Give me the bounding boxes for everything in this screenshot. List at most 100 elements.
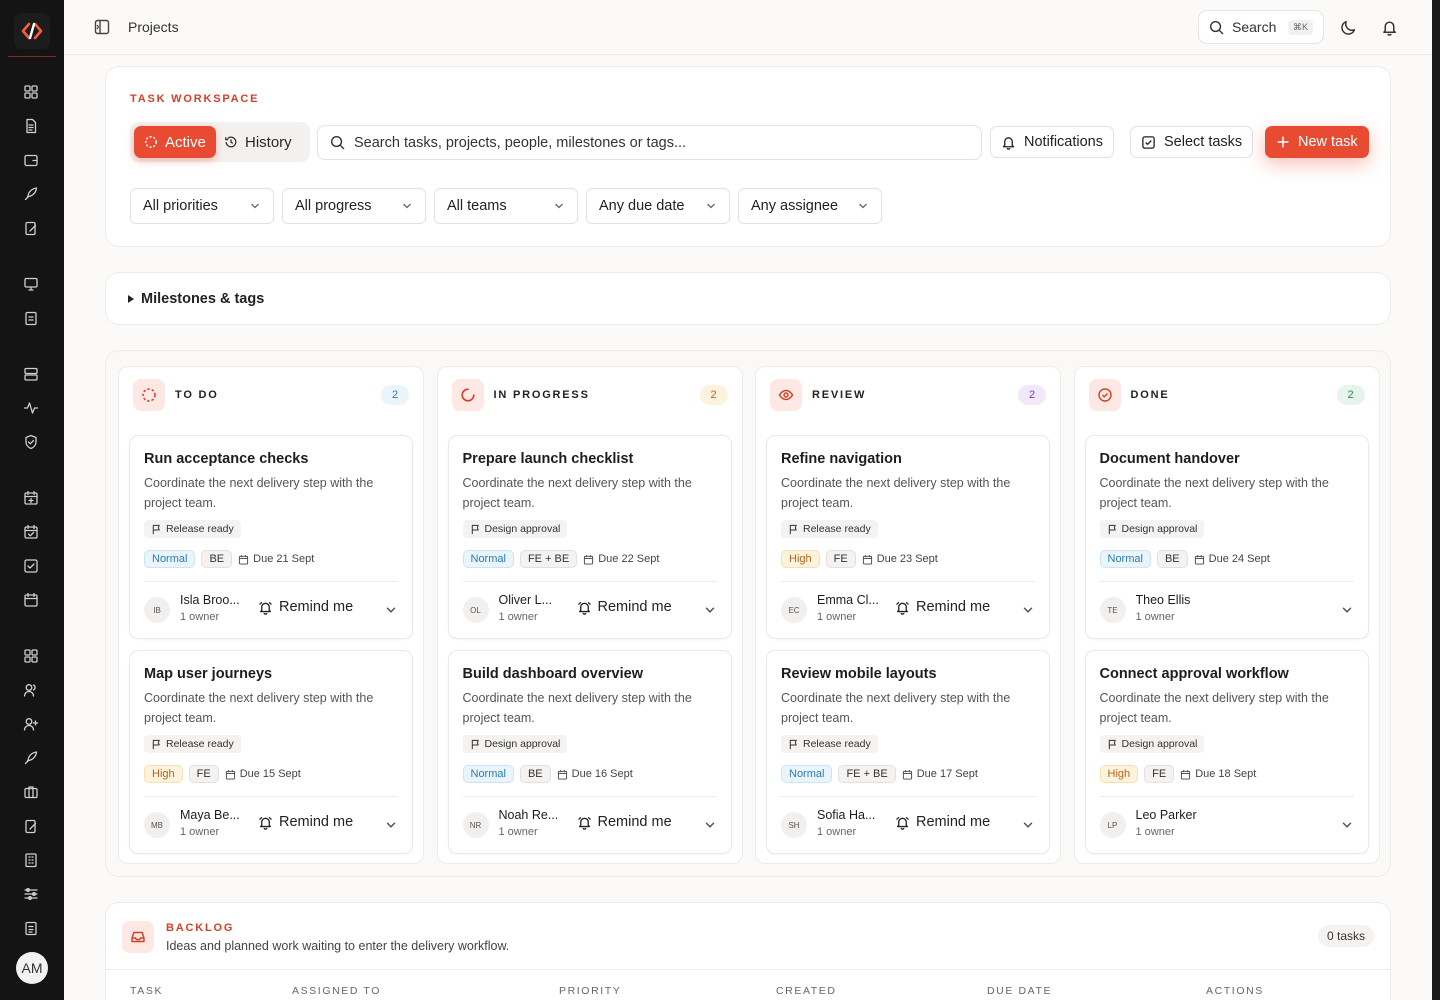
- owner-count: 1 owner: [498, 826, 538, 838]
- chevron-down-icon[interactable]: [384, 603, 398, 617]
- dashboard-icon[interactable]: [23, 84, 41, 102]
- chevron-down-icon[interactable]: [1340, 818, 1354, 832]
- priority-chip: Normal: [1099, 550, 1151, 568]
- monitor-icon[interactable]: [23, 276, 41, 294]
- checkbox-icon: [1142, 135, 1155, 149]
- select-tasks-button[interactable]: Select tasks: [1130, 126, 1254, 158]
- grid-icon[interactable]: [23, 648, 41, 666]
- clipboard-icon[interactable]: [23, 920, 41, 938]
- active-tab-label: Active: [165, 133, 206, 151]
- calendar-check-icon[interactable]: [23, 524, 41, 542]
- task-card[interactable]: Build dashboard overview Coordinate the n…: [447, 650, 732, 854]
- user-avatar[interactable]: AM: [16, 952, 48, 984]
- task-card[interactable]: Map user journeys Coordinate the next del…: [129, 650, 413, 854]
- milestone-tag[interactable]: Release ready: [781, 520, 878, 538]
- document-icon[interactable]: [23, 118, 41, 136]
- chevron-down-icon: [707, 203, 715, 209]
- remind-me-button[interactable]: Remind me: [577, 814, 672, 830]
- remind-me-button[interactable]: Remind me: [895, 814, 990, 830]
- bell-icon[interactable]: [1381, 19, 1398, 36]
- global-search-button[interactable]: Search ⌘K: [1198, 10, 1324, 44]
- scrollbar[interactable]: [1432, 0, 1440, 1000]
- task-card[interactable]: Refine navigation Coordinate the next del…: [766, 435, 1050, 639]
- notifications-label: Notifications: [1024, 134, 1103, 150]
- briefcase-icon[interactable]: [23, 784, 41, 802]
- filter-dropdown[interactable]: All progress: [282, 188, 426, 224]
- task-search-input[interactable]: Search tasks, projects, people, mileston…: [317, 125, 982, 160]
- calendar-icon: [584, 554, 594, 565]
- task-card[interactable]: Run acceptance checks Coordinate the next…: [129, 435, 413, 639]
- chevron-down-icon[interactable]: [1340, 603, 1354, 617]
- rocket-icon[interactable]: [23, 186, 41, 204]
- check-circle-icon: [1088, 379, 1121, 411]
- owner-name: Sofia Ha...: [817, 808, 876, 822]
- chevron-down-icon[interactable]: [384, 818, 398, 832]
- th-created: CREATED: [776, 985, 837, 997]
- chevron-down-icon[interactable]: [1021, 818, 1035, 832]
- task-description: Coordinate the next delivery step with t…: [1099, 476, 1329, 510]
- owner-count: 1 owner: [817, 826, 857, 838]
- flag-icon: [152, 524, 160, 534]
- sliders-icon[interactable]: [23, 886, 41, 904]
- backlog-panel: BACKLOG Ideas and planned work waiting t…: [105, 902, 1391, 1000]
- calendar-plus-icon[interactable]: [23, 490, 41, 508]
- flag-icon: [1108, 524, 1116, 534]
- milestone-tag[interactable]: Design approval: [1099, 735, 1205, 753]
- activity-icon[interactable]: [23, 400, 41, 418]
- milestone-tag[interactable]: Design approval: [462, 735, 568, 753]
- milestone-tag[interactable]: Release ready: [144, 735, 241, 753]
- milestone-tag[interactable]: Release ready: [781, 735, 878, 753]
- clipboard-edit-icon[interactable]: [23, 220, 41, 238]
- owner-count: 1 owner: [1135, 611, 1175, 623]
- team-chip: FE + BE: [838, 765, 896, 783]
- server-icon[interactable]: [23, 366, 41, 384]
- owner-count: 1 owner: [817, 611, 857, 623]
- milestone-tag[interactable]: Release ready: [144, 520, 241, 538]
- remind-me-button[interactable]: Remind me: [258, 599, 353, 615]
- filter-dropdown[interactable]: All priorities: [130, 188, 274, 224]
- filter-dropdown[interactable]: Any assignee: [738, 188, 882, 224]
- milestone-tag[interactable]: Design approval: [462, 520, 568, 538]
- priority-chip: Normal: [462, 765, 514, 783]
- column-header: IN PROGRESS 2: [451, 379, 728, 411]
- moon-icon[interactable]: [1340, 19, 1357, 36]
- task-workspace-panel: TASK WORKSPACE Active History Search tas…: [105, 66, 1391, 247]
- search-icon: [1209, 20, 1224, 34]
- task-card[interactable]: Prepare launch checklist Coordinate the n…: [447, 435, 732, 639]
- rocket-icon[interactable]: [23, 750, 41, 768]
- shield-check-icon[interactable]: [23, 434, 41, 452]
- priority-chip: High: [781, 550, 820, 568]
- new-task-button[interactable]: New task: [1265, 126, 1369, 158]
- remind-me-button[interactable]: Remind me: [895, 599, 990, 615]
- notifications-button[interactable]: Notifications: [990, 126, 1114, 158]
- filter-dropdown[interactable]: Any due date: [586, 188, 730, 224]
- calendar-icon[interactable]: [23, 592, 41, 610]
- users-icon[interactable]: [23, 682, 41, 700]
- app-logo[interactable]: [14, 13, 50, 49]
- clipboard-list-icon[interactable]: [23, 310, 41, 328]
- task-card[interactable]: Connect approval workflow Coordinate the …: [1084, 650, 1369, 854]
- chevron-down-icon[interactable]: [1021, 603, 1035, 617]
- active-tab[interactable]: Active: [134, 126, 216, 158]
- due-date: Due 17 Sept: [902, 768, 978, 780]
- remind-me-button[interactable]: Remind me: [577, 599, 672, 615]
- remind-me-button[interactable]: Remind me: [258, 814, 353, 830]
- milestone-label: Release ready: [803, 738, 871, 750]
- building-icon[interactable]: [23, 852, 41, 870]
- calendar-icon: [1194, 554, 1204, 565]
- wallet-icon[interactable]: [23, 152, 41, 170]
- task-card[interactable]: Review mobile layouts Coordinate the next…: [766, 650, 1050, 854]
- clipboard-edit-icon[interactable]: [23, 818, 41, 836]
- milestone-tag[interactable]: Design approval: [1099, 520, 1205, 538]
- sidebar-toggle-icon[interactable]: [94, 19, 110, 35]
- user-plus-icon[interactable]: [23, 716, 41, 734]
- eye-icon: [770, 379, 802, 411]
- chevron-down-icon[interactable]: [703, 818, 717, 832]
- column-count-badge: 2: [699, 385, 728, 405]
- filter-dropdown[interactable]: All teams: [434, 188, 578, 224]
- chevron-down-icon[interactable]: [703, 603, 717, 617]
- milestones-toggle[interactable]: Milestones & tags: [126, 291, 264, 307]
- checkbox-icon[interactable]: [23, 558, 41, 576]
- history-tab[interactable]: History: [224, 126, 292, 158]
- task-card[interactable]: Document handover Coordinate the next del…: [1084, 435, 1369, 639]
